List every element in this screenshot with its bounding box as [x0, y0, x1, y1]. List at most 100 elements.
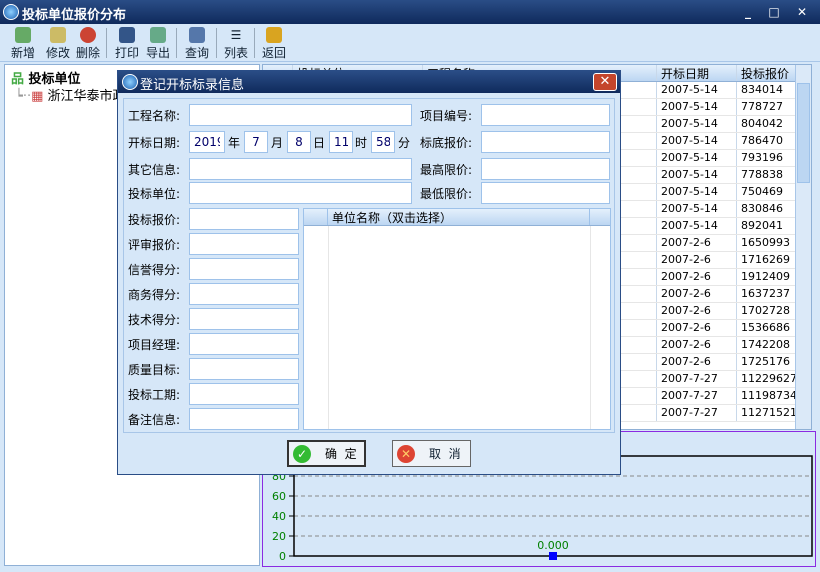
- field-input[interactable]: [189, 408, 299, 430]
- search-button[interactable]: 查询: [183, 26, 211, 60]
- label: 删除: [75, 46, 100, 60]
- edit-button[interactable]: 修改: [44, 26, 72, 60]
- label: 商务得分:: [128, 288, 181, 302]
- cancel-button[interactable]: ✕ 取 消: [392, 440, 471, 467]
- label: 信誉得分:: [128, 263, 181, 277]
- label: 月: [271, 136, 284, 150]
- exit-icon: [266, 27, 282, 43]
- y-tick-label: 0: [279, 550, 286, 563]
- day-input[interactable]: [287, 131, 311, 153]
- label: 分: [398, 136, 411, 150]
- label: 质量目标:: [128, 363, 181, 377]
- max-price-input[interactable]: [481, 158, 610, 180]
- col-unit-name[interactable]: 单位名称（双击选择）: [328, 209, 590, 225]
- field-input[interactable]: [189, 383, 299, 405]
- cell-date: 2007-7-27: [657, 371, 737, 387]
- delete-icon: [80, 27, 96, 43]
- label: 修改: [45, 46, 70, 60]
- field-input[interactable]: [189, 308, 299, 330]
- minute-input[interactable]: [371, 131, 395, 153]
- cell-date: 2007-5-14: [657, 184, 737, 200]
- subgrid-header: 单位名称（双击选择）: [304, 209, 610, 226]
- cell-date: 2007-5-14: [657, 82, 737, 98]
- y-tick-label: 20: [272, 530, 286, 543]
- base-price-input[interactable]: [481, 131, 610, 153]
- close-button[interactable]: ✕: [792, 3, 812, 21]
- cell-date: 2007-2-6: [657, 269, 737, 285]
- label: 其它信息:: [128, 163, 181, 177]
- field-input[interactable]: [189, 358, 299, 380]
- cell-date: 2007-5-14: [657, 167, 737, 183]
- cell-date: 2007-2-6: [657, 252, 737, 268]
- field-input[interactable]: [189, 258, 299, 280]
- label: 最高限价:: [420, 163, 473, 177]
- ok-button[interactable]: ✓ 确 定: [287, 440, 366, 467]
- vertical-scrollbar[interactable]: [795, 65, 811, 429]
- cell-date: 2007-5-14: [657, 218, 737, 234]
- bidder-input[interactable]: [189, 182, 412, 204]
- register-dialog: 登记开标标录信息 ✕ 工程名称: 项目编号: 开标日期: 年 月 日 时 分 标…: [117, 70, 621, 475]
- search-icon: [189, 27, 205, 43]
- list-button[interactable]: ☰ 列表: [222, 26, 250, 60]
- list-icon: ☰: [230, 28, 242, 42]
- label: 年: [228, 136, 241, 150]
- label: 列表: [223, 46, 248, 60]
- label: 开标日期:: [128, 136, 181, 150]
- min-price-input[interactable]: [481, 182, 610, 204]
- app-icon: [3, 4, 19, 20]
- cell-date: 2007-2-6: [657, 337, 737, 353]
- field-input[interactable]: [189, 233, 299, 255]
- tree-item[interactable]: ┕··▦ 浙江华泰市政: [15, 85, 126, 104]
- maximize-button[interactable]: □: [764, 3, 784, 21]
- window-title: 投标单位报价分布: [22, 8, 127, 23]
- app-icon: [122, 74, 138, 90]
- field-input[interactable]: [189, 283, 299, 305]
- cell-date: 2007-5-14: [657, 201, 737, 217]
- label: 工程名称:: [128, 109, 181, 123]
- project-name-input[interactable]: [189, 104, 412, 126]
- title-bar: 投标单位报价分布 _ □ ✕: [0, 0, 820, 24]
- field-input[interactable]: [189, 333, 299, 355]
- scroll-thumb[interactable]: [797, 83, 810, 183]
- col-date[interactable]: 开标日期: [657, 65, 737, 81]
- export-icon: [150, 27, 166, 43]
- label: 投标报价:: [128, 213, 181, 227]
- ok-label: 确 定: [325, 447, 357, 461]
- field-input[interactable]: [189, 208, 299, 230]
- label: 日: [313, 136, 326, 150]
- print-button[interactable]: 打印: [113, 26, 141, 60]
- cancel-icon: ✕: [397, 444, 415, 463]
- other-info-input[interactable]: [189, 158, 412, 180]
- label: 投标单位:: [128, 187, 181, 201]
- cell-date: 2007-2-6: [657, 286, 737, 302]
- col-price[interactable]: 投标报价: [737, 65, 797, 81]
- separator: [254, 28, 255, 58]
- dialog-close-button[interactable]: ✕: [593, 73, 617, 91]
- exit-button[interactable]: 返回: [260, 26, 288, 60]
- label: 最低限价:: [420, 187, 473, 201]
- cell-date: 2007-5-14: [657, 99, 737, 115]
- minimize-button[interactable]: _: [738, 3, 758, 21]
- separator: [176, 28, 177, 58]
- data-point: [549, 552, 557, 560]
- cancel-label: 取 消: [429, 447, 461, 461]
- month-input[interactable]: [244, 131, 268, 153]
- data-label: 0.000: [537, 539, 569, 552]
- export-button[interactable]: 导出: [144, 26, 172, 60]
- cell-date: 2007-2-6: [657, 320, 737, 336]
- year-input[interactable]: [189, 131, 225, 153]
- label: 打印: [114, 46, 139, 60]
- cell-date: 2007-2-6: [657, 303, 737, 319]
- project-no-input[interactable]: [481, 104, 610, 126]
- add-button[interactable]: 新增: [8, 26, 38, 60]
- hour-input[interactable]: [329, 131, 353, 153]
- label: 新增: [10, 46, 35, 60]
- cell-date: 2007-5-14: [657, 133, 737, 149]
- separator: [106, 28, 107, 58]
- label: 技术得分:: [128, 313, 181, 327]
- delete-button[interactable]: 删除: [74, 26, 102, 60]
- label: 备注信息:: [128, 413, 181, 427]
- label: 返回: [261, 46, 286, 60]
- dialog-title-bar: 登记开标标录信息 ✕: [118, 71, 620, 93]
- cell-date: 2007-2-6: [657, 354, 737, 370]
